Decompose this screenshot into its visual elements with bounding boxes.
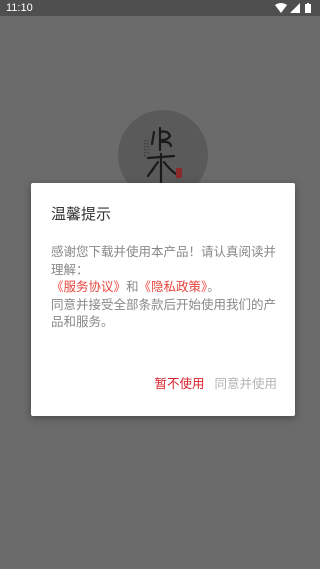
- dialog-intro-text: 感谢您下载并使用本产品！请认真阅读并理解：: [51, 244, 277, 277]
- privacy-policy-link[interactable]: 《隐私政策》: [139, 279, 208, 294]
- dialog-actions: 暂不使用 同意并使用: [154, 372, 277, 392]
- decline-button[interactable]: 暂不使用: [154, 373, 204, 392]
- dialog-body: 感谢您下载并使用本产品！请认真阅读并理解： 《服务协议》和《隐私政策》。 同意并…: [51, 243, 283, 331]
- dialog-title: 温馨提示: [51, 205, 112, 223]
- agree-button[interactable]: 同意并使用: [214, 373, 277, 392]
- status-icons: [274, 2, 314, 14]
- calligraphy-logo-icon: [146, 126, 178, 184]
- privacy-dialog: 温馨提示 感谢您下载并使用本产品！请认真阅读并理解： 《服务协议》和《隐私政策》…: [31, 183, 295, 416]
- service-agreement-link[interactable]: 《服务协议》: [51, 279, 126, 294]
- end-mark-text: 。: [207, 279, 220, 294]
- status-bar: 11:10: [0, 0, 320, 16]
- signal-icon: [290, 3, 300, 13]
- vertical-caption-mark: [144, 140, 149, 158]
- wifi-icon: [275, 3, 287, 13]
- battery-icon: [305, 3, 311, 13]
- conjunction-text: 和: [126, 279, 139, 294]
- seal-stamp-icon: [176, 168, 182, 178]
- dialog-links-line: 《服务协议》和《隐私政策》。: [51, 278, 283, 296]
- status-time: 11:10: [6, 2, 33, 14]
- dialog-consent-text: 同意并接受全部条款后开始使用我们的产品和服务。: [51, 296, 277, 330]
